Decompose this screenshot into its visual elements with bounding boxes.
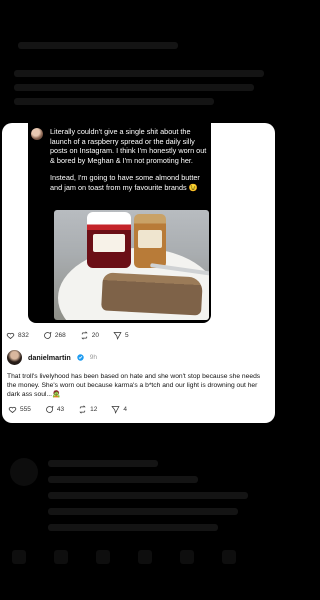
embedded-text-paragraph-2: Instead, I'm going to have some almond b… [50, 173, 200, 192]
like-button[interactable]: 555 [8, 405, 31, 414]
ghost-line [48, 476, 198, 483]
almond-butter-jar [134, 214, 166, 268]
ghost-avatar [10, 458, 38, 486]
repost-count: 20 [91, 332, 99, 339]
ghost-line [48, 492, 248, 499]
send-icon [111, 406, 120, 414]
like-count: 832 [18, 332, 29, 339]
reply-text: That troll's livelyhood has been based o… [7, 373, 261, 398]
embedded-avatar [31, 128, 43, 140]
toast [101, 272, 203, 316]
post-card: Literally couldn't give a single shit ab… [2, 123, 275, 423]
repost-count: 12 [90, 406, 98, 413]
heart-icon [8, 406, 17, 413]
repost-button[interactable]: 12 [78, 405, 97, 414]
reply-actions: 555 43 12 4 [8, 405, 127, 414]
jam-jar [87, 212, 131, 268]
ghost-line [14, 70, 264, 77]
reply-count: 43 [56, 406, 65, 413]
reply-username[interactable]: danielmartin [28, 353, 71, 362]
share-count: 5 [124, 332, 129, 339]
repost-icon [79, 405, 86, 414]
comment-icon [45, 405, 54, 413]
ghost-line [14, 84, 254, 91]
repost-icon [81, 331, 88, 340]
reply-button[interactable]: 268 [43, 331, 66, 340]
ghost-line [14, 98, 214, 105]
reply-timestamp: 9h [89, 354, 98, 361]
reply-button[interactable]: 43 [45, 405, 64, 414]
ghost-line [48, 460, 158, 467]
avatar[interactable] [7, 350, 22, 365]
bottom-nav-ghost [12, 550, 236, 564]
ghost-line [18, 42, 178, 49]
heart-icon [6, 332, 15, 339]
share-button[interactable]: 4 [111, 405, 127, 414]
share-count: 4 [123, 406, 127, 413]
reply-count: 268 [54, 332, 66, 339]
like-button[interactable]: 832 [6, 331, 29, 340]
toast-photo[interactable] [54, 210, 209, 320]
like-count: 555 [20, 406, 31, 413]
share-button[interactable]: 5 [113, 331, 129, 340]
embedded-post-actions: 832 268 20 5 [6, 331, 129, 340]
ghost-line [48, 524, 218, 531]
comment-icon [43, 331, 52, 339]
reply-header: danielmartin 9h [7, 350, 97, 365]
ghost-line [48, 508, 238, 515]
send-icon [113, 332, 122, 340]
embedded-post[interactable]: Literally couldn't give a single shit ab… [28, 123, 211, 323]
embedded-post-text: Literally couldn't give a single shit ab… [50, 127, 208, 201]
embedded-text-paragraph-1: Literally couldn't give a single shit ab… [50, 127, 207, 165]
verified-badge-icon [77, 354, 84, 361]
repost-button[interactable]: 20 [80, 331, 99, 340]
